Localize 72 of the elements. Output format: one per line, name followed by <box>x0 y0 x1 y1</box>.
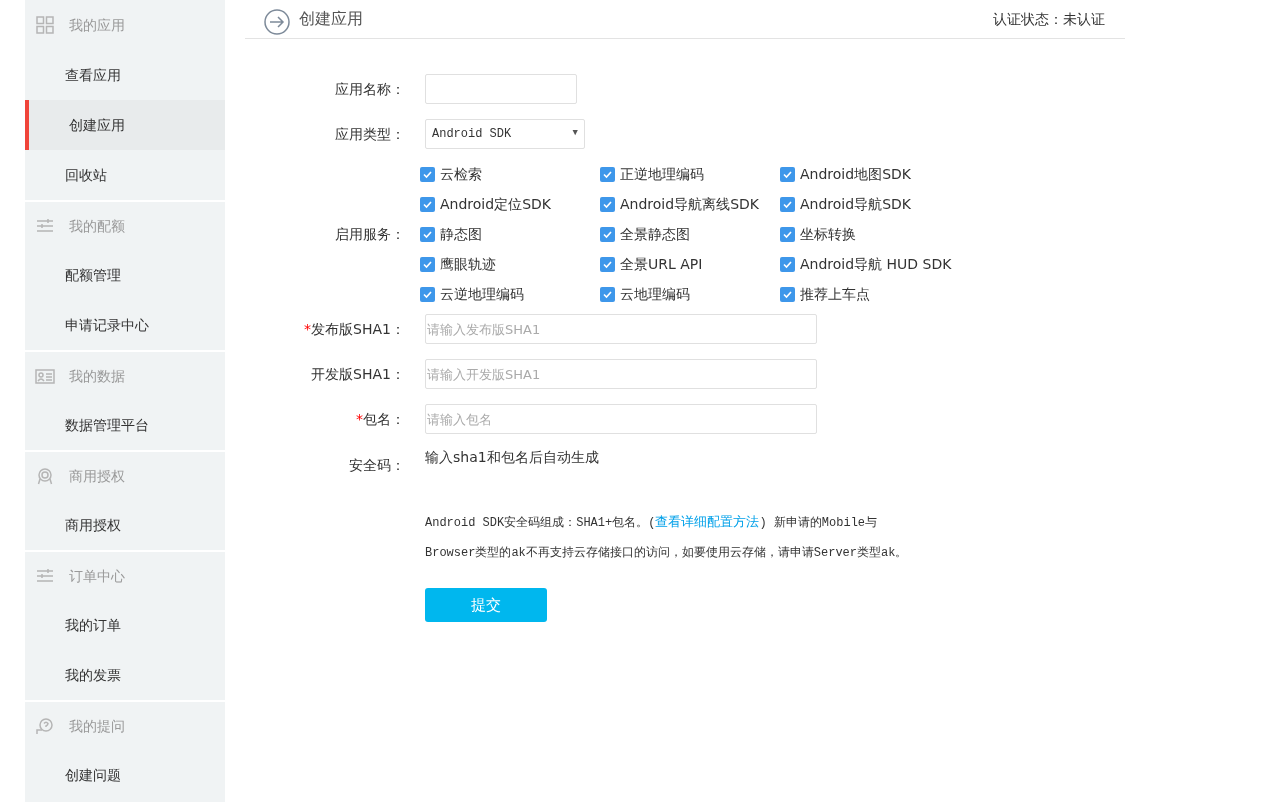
sidebar-item[interactable]: 商用授权 <box>25 500 225 550</box>
sidebar-group-title: 我的提问 <box>69 716 125 736</box>
sidebar-item[interactable]: 数据管理平台 <box>25 400 225 450</box>
service-label: Android地图SDK <box>800 164 911 184</box>
field-label: 启用服务： <box>335 225 405 242</box>
question-user-icon <box>36 717 54 735</box>
sidebar-item[interactable]: 我的订单 <box>25 600 225 650</box>
service-label: 坐标转换 <box>800 224 856 244</box>
required-mark: * <box>356 410 363 427</box>
service-label: Android定位SDK <box>440 194 551 214</box>
service-label: 全景URL API <box>620 254 703 274</box>
sliders-icon <box>37 569 53 583</box>
field-label: 应用类型： <box>335 125 405 142</box>
grid-icon <box>36 16 54 34</box>
sidebar-group-title: 我的应用 <box>69 15 125 35</box>
checkbox[interactable] <box>600 256 615 272</box>
field-label: 包名： <box>363 410 405 427</box>
text-input[interactable]: 请输入包名 <box>425 404 817 434</box>
service-label: 云检索 <box>440 164 482 184</box>
sidebar-item[interactable]: 我的发票 <box>25 650 225 700</box>
service-label: Android导航 HUD SDK <box>800 254 952 274</box>
checkbox[interactable] <box>780 256 795 272</box>
text-input[interactable]: 请输入开发版SHA1 <box>425 359 817 389</box>
note-text: Android SDK安全码组成：SHA1+包名。(查看详细配置方法) 新申请的Mobile与Browser类型的ak不再支持云存储接口的访问，如要使用云存储，请申请Server类型ak。 <box>425 514 909 562</box>
checkbox[interactable] <box>420 286 435 302</box>
sidebar-item[interactable]: 创建应用 <box>25 100 225 150</box>
service-label: Android导航SDK <box>800 194 911 214</box>
checkbox[interactable] <box>600 166 615 182</box>
verification-status: 认证状态：未认证 <box>993 9 1105 29</box>
security-code-value: 输入sha1和包名后自动生成 <box>425 448 599 467</box>
page-title: 创建应用 <box>299 8 363 30</box>
checkbox[interactable] <box>780 196 795 212</box>
checkbox[interactable] <box>420 226 435 242</box>
service-label: 云逆地理编码 <box>440 284 524 304</box>
checkbox[interactable] <box>780 286 795 302</box>
checkbox[interactable] <box>600 226 615 242</box>
sidebar-group-title: 我的配额 <box>69 216 125 236</box>
badge-icon <box>37 467 53 485</box>
id-card-icon <box>35 368 55 384</box>
service-label: Android导航离线SDK <box>620 194 759 214</box>
service-label: 云地理编码 <box>620 284 690 304</box>
app-type-select[interactable]: Android SDK ▼ <box>425 119 585 149</box>
sidebar-item[interactable]: 创建问题 <box>25 750 225 800</box>
dropdown-arrow: ▼ <box>572 127 578 141</box>
required-mark: * <box>304 320 312 337</box>
field-label: 安全码： <box>349 457 405 473</box>
field-label: 应用名称： <box>335 80 405 97</box>
text-input[interactable]: 请输入发布版SHA1 <box>425 314 817 344</box>
service-label: 静态图 <box>440 224 482 244</box>
checkbox[interactable] <box>600 286 615 302</box>
sidebar-group-title: 商用授权 <box>69 466 125 486</box>
sidebar-item[interactable]: 申请记录中心 <box>25 300 225 350</box>
sidebar-item[interactable]: 配额管理 <box>25 250 225 300</box>
sidebar-group-title: 订单中心 <box>69 566 125 586</box>
arrow-circle-icon <box>264 9 290 35</box>
checkbox[interactable] <box>600 196 615 212</box>
checkbox[interactable] <box>420 196 435 212</box>
service-label: 正逆地理编码 <box>620 164 704 184</box>
sliders-icon <box>37 219 53 233</box>
checkbox[interactable] <box>420 256 435 272</box>
service-label: 推荐上车点 <box>800 284 870 304</box>
sidebar-group-title: 我的数据 <box>69 366 125 386</box>
checkbox[interactable] <box>780 166 795 182</box>
service-label: 鹰眼轨迹 <box>440 254 496 274</box>
field-label: 发布版SHA1： <box>311 320 405 337</box>
field-label: 开发版SHA1： <box>311 365 405 382</box>
sidebar-item[interactable]: 回收站 <box>25 150 225 200</box>
checkbox[interactable] <box>420 166 435 182</box>
checkbox[interactable] <box>780 226 795 242</box>
sidebar-item[interactable]: 查看应用 <box>25 50 225 100</box>
service-label: 全景静态图 <box>620 224 690 244</box>
app-name-input[interactable] <box>425 74 577 104</box>
